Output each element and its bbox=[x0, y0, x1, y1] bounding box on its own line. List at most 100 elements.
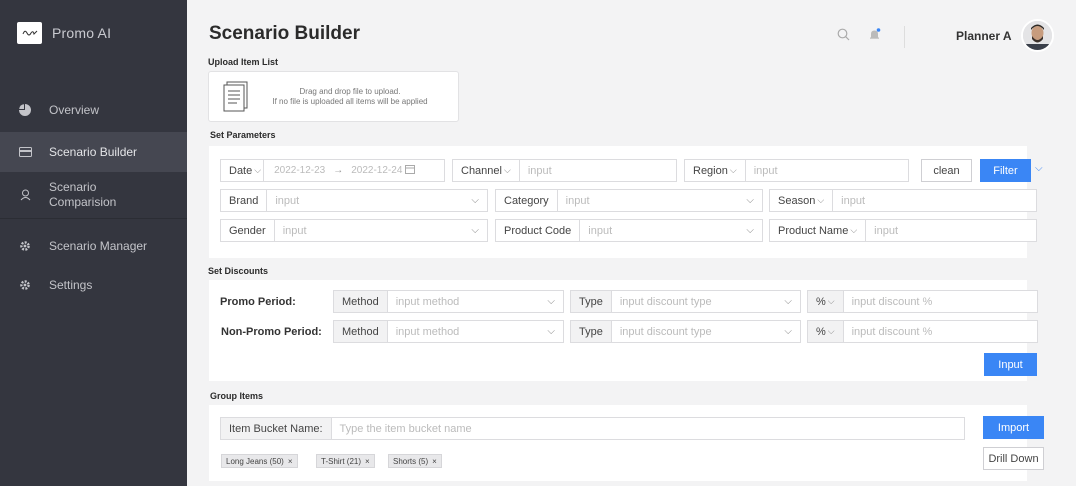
region-input[interactable]: input bbox=[746, 165, 908, 177]
tag-label: Long Jeans (50) bbox=[226, 456, 284, 466]
type-label: Type bbox=[571, 291, 612, 312]
tag-label: T-Shirt (21) bbox=[321, 456, 362, 466]
sidebar-item-scenario-manager[interactable]: Scenario Manager bbox=[0, 219, 187, 272]
channel-label-text: Channel bbox=[461, 164, 502, 177]
sidebar-item-settings[interactable]: Settings bbox=[0, 272, 187, 298]
non-promo-method-field[interactable]: Method input method ⌵ bbox=[333, 320, 564, 343]
avatar[interactable] bbox=[1021, 19, 1054, 52]
season-field[interactable]: Season ⌵ input bbox=[769, 189, 1037, 212]
date-end[interactable]: 2022-12-24 bbox=[351, 165, 402, 176]
upload-hint-line: Drag and drop file to upload. bbox=[299, 86, 401, 96]
sidebar: Promo AI Overview Scenario Builder Scena… bbox=[0, 0, 187, 486]
product-code-label: Product Code bbox=[496, 220, 581, 241]
non-promo-percent-input[interactable]: input discount % bbox=[844, 326, 1037, 338]
region-field[interactable]: Region ⌵ input bbox=[684, 159, 909, 182]
date-range-picker[interactable]: Date ⌵ 2022-12-23 → 2022-12-24 bbox=[220, 159, 445, 182]
product-code-field[interactable]: Product Code input ⌵ bbox=[495, 219, 763, 242]
chevron-down-icon: ⌵ bbox=[503, 165, 511, 175]
clean-button[interactable]: clean bbox=[921, 159, 972, 182]
category-field[interactable]: Category input ⌵ bbox=[495, 189, 763, 212]
gender-input[interactable]: input bbox=[275, 225, 472, 237]
chevron-down-icon: ⌵ bbox=[746, 195, 754, 206]
non-promo-percent-field[interactable]: % ⌵ input discount % bbox=[807, 320, 1038, 343]
non-promo-method-input[interactable]: input method bbox=[388, 326, 548, 338]
gender-field[interactable]: Gender input ⌵ bbox=[220, 219, 488, 242]
product-code-input[interactable]: input bbox=[580, 225, 746, 237]
product-name-label-text: Product Name bbox=[778, 224, 849, 237]
promo-type-field[interactable]: Type input discount type ⌵ bbox=[570, 290, 801, 313]
upload-hint-line: If no file is uploaded all items will be… bbox=[272, 96, 428, 106]
promo-method-input[interactable]: input method bbox=[388, 296, 548, 308]
drill-down-button[interactable]: Drill Down bbox=[983, 447, 1044, 470]
chevron-down-icon: ⌵ bbox=[746, 225, 754, 236]
category-input[interactable]: input bbox=[558, 195, 747, 207]
item-tag[interactable]: T-Shirt (21) × bbox=[316, 454, 375, 468]
promo-percent-input[interactable]: input discount % bbox=[844, 296, 1037, 308]
brand-input[interactable]: input bbox=[267, 195, 471, 207]
sidebar-item-overview[interactable]: Overview bbox=[0, 90, 187, 130]
item-bucket-field[interactable]: Item Bucket Name: Type the item bucket n… bbox=[220, 417, 965, 440]
non-promo-type-field[interactable]: Type input discount type ⌵ bbox=[570, 320, 801, 343]
import-button[interactable]: Import bbox=[983, 416, 1044, 439]
sidebar-nav: Overview Scenario Builder Scenario Compa… bbox=[0, 90, 187, 298]
close-icon[interactable]: × bbox=[365, 457, 370, 466]
product-name-input[interactable]: input bbox=[866, 225, 1036, 237]
calendar-icon[interactable] bbox=[405, 164, 416, 177]
chevron-down-icon: ⌵ bbox=[827, 326, 835, 336]
close-icon[interactable]: × bbox=[432, 457, 437, 466]
channel-field[interactable]: Channel ⌵ input bbox=[452, 159, 677, 182]
input-button[interactable]: Input bbox=[984, 353, 1037, 376]
gender-label: Gender bbox=[221, 220, 275, 241]
chevron-down-icon: ⌵ bbox=[827, 296, 835, 306]
group-section-label: Group Items bbox=[210, 391, 264, 401]
date-label: Date ⌵ bbox=[221, 160, 264, 181]
product-name-label: Product Name ⌵ bbox=[770, 220, 867, 241]
brand[interactable]: Promo AI bbox=[17, 22, 111, 44]
bucket-name-input[interactable]: Type the item bucket name bbox=[332, 423, 964, 435]
chevron-down-icon: ⌵ bbox=[254, 165, 262, 175]
method-label: Method bbox=[334, 321, 388, 342]
channel-input[interactable]: input bbox=[520, 165, 676, 177]
promo-percent-field[interactable]: % ⌵ input discount % bbox=[807, 290, 1038, 313]
sidebar-item-label: Scenario Manager bbox=[49, 238, 148, 253]
sidebar-item-scenario-comparision[interactable]: Scenario Comparision bbox=[0, 172, 187, 218]
search-icon[interactable] bbox=[837, 28, 850, 44]
brand-field[interactable]: Brand input ⌵ bbox=[220, 189, 488, 212]
close-icon[interactable]: × bbox=[288, 457, 293, 466]
promo-type-input[interactable]: input discount type bbox=[612, 296, 785, 308]
item-tag[interactable]: Long Jeans (50) × bbox=[221, 454, 298, 468]
parameters-section-label: Set Parameters bbox=[210, 130, 276, 140]
pie-chart-icon bbox=[18, 103, 32, 117]
promo-period-label: Promo Period: bbox=[220, 296, 296, 308]
date-label-text: Date bbox=[229, 164, 253, 177]
date-start[interactable]: 2022-12-23 bbox=[264, 165, 325, 176]
chevron-down-icon: ⌵ bbox=[817, 195, 825, 205]
gear-icon bbox=[18, 278, 32, 292]
sidebar-item-label: Scenario Builder bbox=[49, 145, 138, 159]
chevron-down-icon: ⌵ bbox=[850, 225, 858, 235]
sidebar-item-label: Overview bbox=[49, 103, 100, 117]
upload-dropzone[interactable]: Drag and drop file to upload. If no file… bbox=[208, 71, 459, 122]
sidebar-item-scenario-builder[interactable]: Scenario Builder bbox=[0, 132, 187, 172]
promo-method-field[interactable]: Method input method ⌵ bbox=[333, 290, 564, 313]
region-label-text: Region bbox=[693, 164, 728, 177]
product-name-field[interactable]: Product Name ⌵ input bbox=[769, 219, 1037, 242]
season-label: Season ⌵ bbox=[770, 190, 834, 211]
season-input[interactable]: input bbox=[833, 195, 1036, 207]
gear-icon bbox=[18, 239, 32, 253]
filter-button[interactable]: Filter bbox=[980, 159, 1031, 182]
percent-label-text: % bbox=[816, 325, 826, 338]
season-label-text: Season bbox=[778, 194, 816, 207]
discounts-section-label: Set Discounts bbox=[208, 266, 269, 276]
chevron-down-icon: ⌵ bbox=[471, 225, 479, 236]
user-name[interactable]: Planner A bbox=[956, 29, 1012, 43]
bell-icon[interactable] bbox=[868, 28, 881, 44]
percent-label: % ⌵ bbox=[808, 291, 844, 312]
brand-label: Brand bbox=[221, 190, 268, 211]
chevron-down-icon[interactable]: ⌵ bbox=[1035, 163, 1043, 174]
item-tag[interactable]: Shorts (5) × bbox=[388, 454, 442, 468]
percent-label-text: % bbox=[816, 295, 826, 308]
chevron-down-icon: ⌵ bbox=[547, 296, 555, 307]
sidebar-item-label: Scenario Comparision bbox=[49, 180, 117, 209]
non-promo-type-input[interactable]: input discount type bbox=[612, 326, 785, 338]
